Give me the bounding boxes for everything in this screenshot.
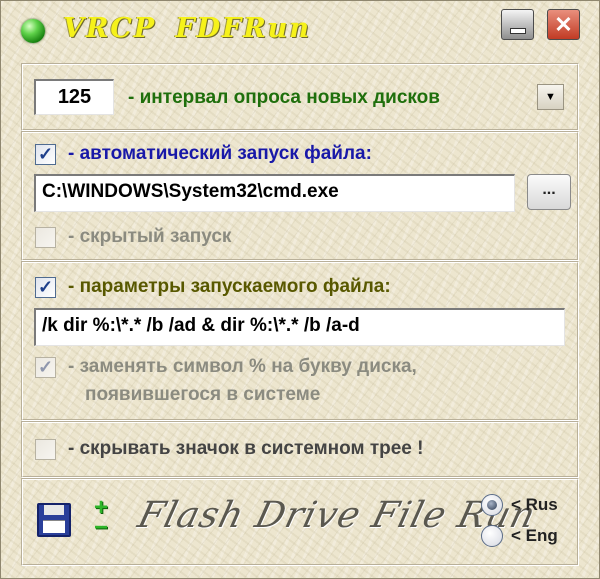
hide-tray-label: - скрывать значок в системном трее ! bbox=[68, 438, 424, 459]
hidden-run-label: - скрытый запуск bbox=[68, 226, 232, 247]
save-icon[interactable] bbox=[37, 503, 71, 537]
language-radio-rus[interactable] bbox=[481, 494, 503, 516]
autorun-checkbox[interactable]: ✓ bbox=[35, 144, 56, 165]
hidden-run-checkbox[interactable] bbox=[35, 227, 56, 248]
title-bar[interactable]: VRCP FDFRun ✕ bbox=[1, 1, 599, 63]
browse-button[interactable]: ... bbox=[527, 174, 571, 210]
status-led-icon bbox=[21, 19, 45, 43]
interval-label: - интервал опроса новых дисков bbox=[128, 87, 440, 108]
replace-symbol-label-line2: появившегося в системе bbox=[85, 384, 321, 405]
params-label: - параметры запускаемого файла: bbox=[68, 276, 391, 297]
minus-glyph: − bbox=[93, 514, 108, 541]
close-icon: ✕ bbox=[554, 11, 573, 37]
checkmark-icon: ✓ bbox=[37, 144, 54, 164]
autorun-path-input[interactable]: C:\WINDOWS\System32\cmd.exe bbox=[34, 174, 515, 212]
hide-tray-checkbox[interactable] bbox=[35, 439, 56, 460]
checkmark-icon: ✓ bbox=[37, 357, 54, 377]
app-logo-text: Flash Drive File Run bbox=[133, 495, 541, 536]
params-checkbox[interactable]: ✓ bbox=[35, 277, 56, 298]
autorun-label: - автоматический запуск файла: bbox=[68, 143, 372, 164]
close-button[interactable]: ✕ bbox=[547, 9, 580, 40]
language-label-eng: < Eng bbox=[511, 526, 558, 545]
language-radio-eng[interactable] bbox=[481, 525, 503, 547]
minimize-icon bbox=[509, 27, 526, 34]
interval-dropdown-button[interactable]: ▼ bbox=[537, 84, 564, 110]
window-title: VRCP FDFRun bbox=[63, 13, 312, 44]
checkmark-icon: ✓ bbox=[37, 277, 54, 297]
app-window: VRCP FDFRun ✕ 125 - интервал опроса новы… bbox=[0, 0, 600, 579]
dropdown-arrow-icon: ▼ bbox=[545, 91, 556, 103]
params-input[interactable]: /k dir %:\*.* /b /ad & dir %:\*.* /b /a-… bbox=[34, 308, 565, 346]
plus-minus-icon[interactable]: + − bbox=[89, 496, 113, 542]
replace-symbol-checkbox[interactable]: ✓ bbox=[35, 357, 56, 378]
interval-input[interactable]: 125 bbox=[34, 79, 114, 115]
minimize-button[interactable] bbox=[501, 9, 534, 40]
language-label-rus: < Rus bbox=[511, 495, 558, 514]
replace-symbol-label-line1: - заменять символ % на букву диска, bbox=[68, 356, 417, 377]
